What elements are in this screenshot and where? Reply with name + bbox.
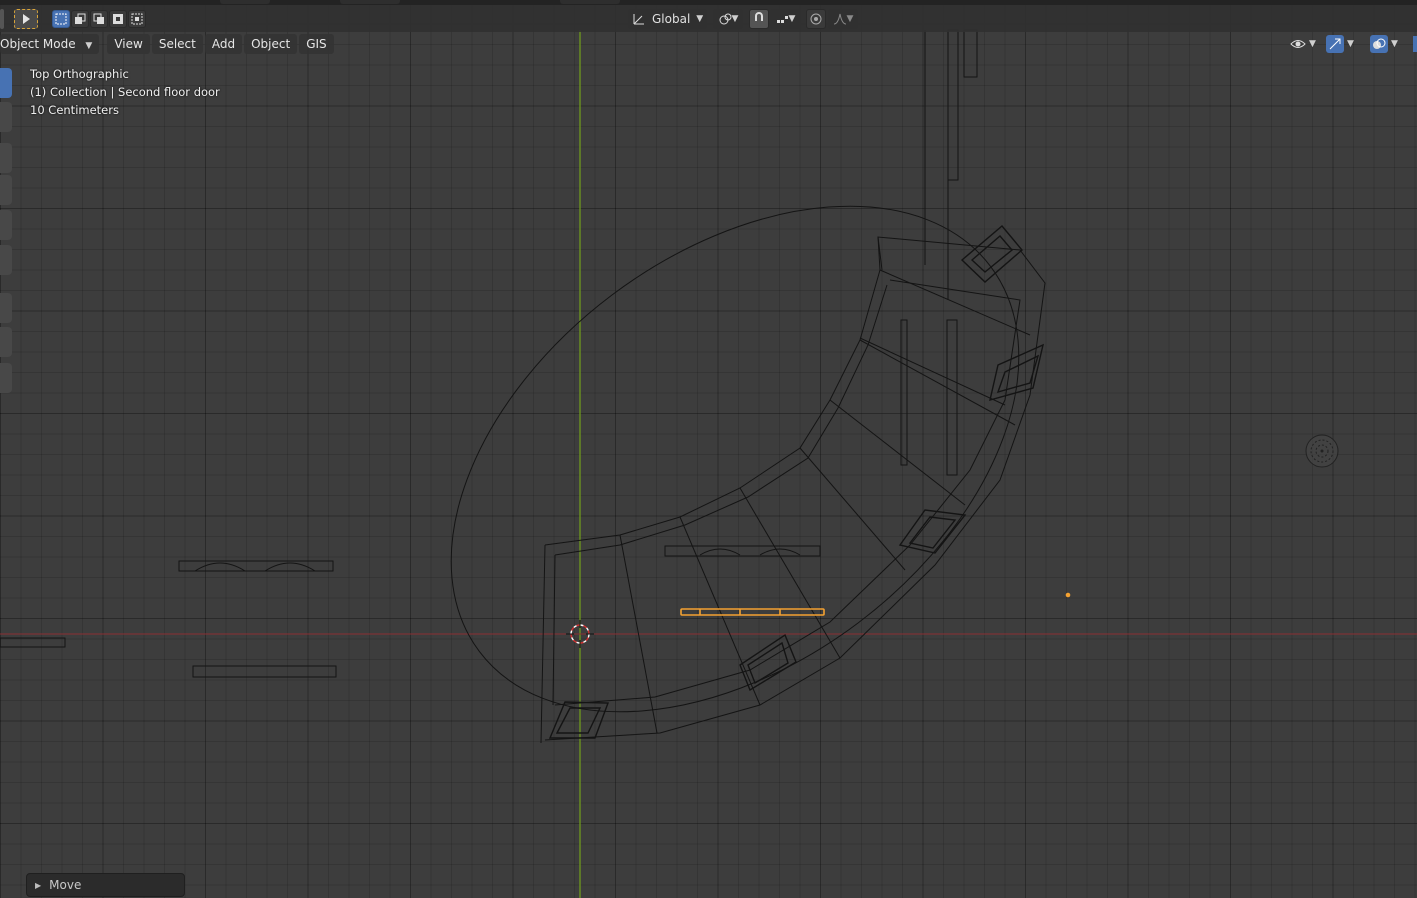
chevron-down-icon: ▼ [846, 14, 854, 24]
building-inner-2 [554, 284, 888, 556]
gizmo-toggle[interactable]: ▼ [1326, 34, 1354, 54]
chevron-down-icon: ▼ [1391, 39, 1398, 49]
tool-add-cube[interactable] [0, 363, 12, 393]
proportional-edit-icon [810, 13, 822, 25]
navigation-gizmo-icon[interactable] [1305, 434, 1339, 468]
last-operator-panel[interactable]: ▶ Move [26, 873, 185, 897]
overlay-toggle[interactable]: ▼ [1370, 34, 1398, 54]
chevron-down-icon: ▼ [788, 14, 796, 24]
tool-scale[interactable] [0, 210, 12, 240]
snap-toggle-button[interactable] [749, 9, 769, 29]
outer-ellipse [450, 205, 1020, 713]
view-name: Top Orthographic [30, 67, 129, 81]
chevron-down-icon: ▼ [1347, 39, 1354, 49]
visibility-dropdown[interactable]: ▼ [1290, 34, 1316, 54]
mode-label: Object Mode [0, 37, 76, 51]
select-mode-invert-button[interactable] [109, 10, 127, 28]
visibility-icon [1290, 40, 1306, 48]
chevron-down-icon: ▼ [85, 41, 93, 51]
selected-door [680, 608, 825, 616]
snap-element-dropdown[interactable]: ▼ [770, 9, 800, 29]
scene-wireframe [0, 29, 1417, 898]
workspace-tab[interactable] [560, 0, 620, 4]
menu-add[interactable]: Add [204, 34, 243, 54]
tool-annotate[interactable] [0, 293, 12, 323]
tool-measure[interactable] [0, 327, 12, 357]
menu-select[interactable]: Select [151, 34, 203, 54]
3d-viewport[interactable]: Global ▼ ▼ ▼ ▼ Object Mode ▼ View Select… [0, 0, 1417, 898]
proportional-edit-button[interactable] [806, 9, 826, 29]
shading-edge[interactable] [1413, 36, 1417, 52]
light-origin-dot [1065, 592, 1071, 598]
falloff-dropdown[interactable]: ▼ [828, 9, 858, 29]
last-operator-label: Move [49, 878, 82, 892]
select-invert-icon [113, 14, 123, 24]
grid-scale-label: 10 Centimeters [30, 103, 119, 117]
active-object-label: (1) Collection | Second floor door [30, 85, 220, 99]
overlay-icon [1373, 38, 1386, 49]
chevron-down-icon: ▼ [696, 14, 704, 24]
select-subtract-icon [93, 13, 104, 24]
select-mode-intersect-button[interactable] [128, 10, 146, 28]
select-mode-new-button[interactable] [52, 10, 70, 28]
mode-dropdown[interactable]: Object Mode ▼ [0, 34, 100, 54]
transform-orientation-dropdown[interactable]: Global ▼ [628, 9, 707, 29]
select-tool-button[interactable] [14, 9, 38, 29]
tool-move[interactable] [0, 143, 12, 173]
menu-view[interactable]: View [107, 34, 150, 54]
select-mode-extend-button[interactable] [71, 10, 89, 28]
pivot-icon [719, 13, 732, 25]
falloff-icon [833, 13, 846, 25]
building-inner [544, 236, 881, 546]
viewport-info-overlay: Top Orthographic (1) Collection | Second… [30, 65, 220, 119]
menu-object[interactable]: Object [244, 34, 298, 54]
viewport-header: Global ▼ ▼ ▼ ▼ [0, 5, 1417, 32]
window-frames [548, 225, 1045, 739]
tool-cursor[interactable] [0, 102, 12, 132]
tool-transform[interactable] [0, 245, 12, 275]
chevron-down-icon: ▼ [731, 14, 739, 24]
tool-select[interactable] [0, 68, 12, 98]
snap-magnet-icon [755, 12, 763, 21]
building-outer [544, 236, 1046, 741]
building-left-wall [540, 544, 556, 744]
chevron-down-icon: ▼ [1309, 39, 1316, 49]
viewport-menu-bar: Object Mode ▼ View Select Add Object GIS [0, 33, 336, 55]
tool-rotate[interactable] [0, 175, 12, 205]
orientation-icon [633, 14, 644, 25]
orientation-label: Global [652, 12, 691, 26]
pivot-point-dropdown[interactable]: ▼ [713, 9, 743, 29]
cursor-icon [23, 14, 30, 24]
workspace-tab[interactable] [220, 0, 270, 4]
gizmo-icon [1329, 38, 1341, 50]
expand-triangle-icon: ▶ [35, 880, 42, 890]
select-box-icon [55, 13, 67, 25]
select-mode-subtract-button[interactable] [90, 10, 108, 28]
snap-increment-icon [776, 16, 788, 23]
menu-gis[interactable]: GIS [299, 34, 334, 54]
header-edge [0, 9, 4, 29]
select-extend-icon [75, 13, 86, 24]
workspace-tab[interactable] [340, 0, 400, 4]
select-intersect-icon [131, 13, 143, 25]
